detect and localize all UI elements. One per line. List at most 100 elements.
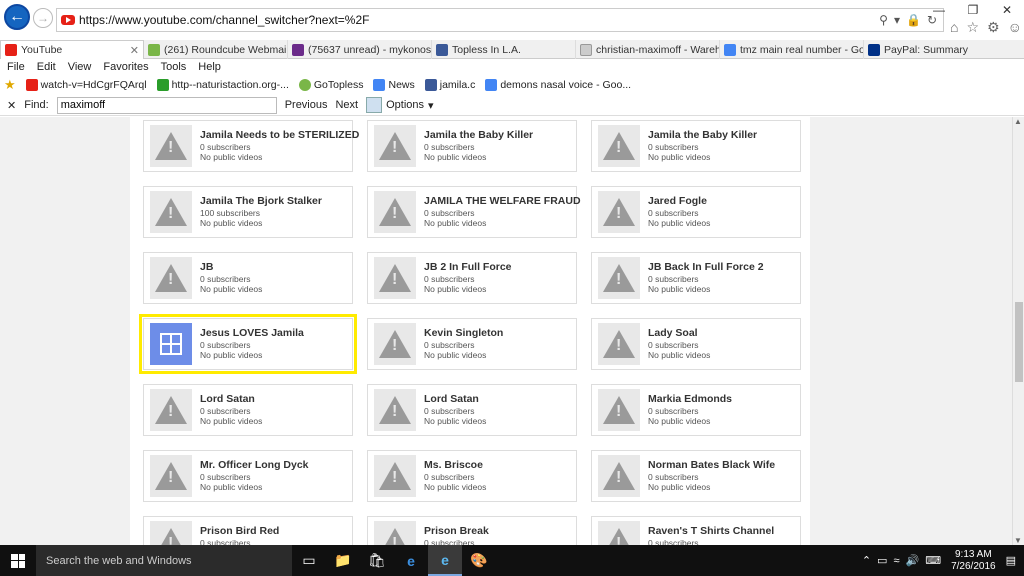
channel-card[interactable]: Raven's T Shirts Channel0 subscribersNo … — [591, 516, 801, 545]
video-count: No public videos — [424, 482, 487, 492]
fav-jamila[interactable]: jamila.c — [424, 79, 475, 91]
page-icon — [580, 43, 592, 56]
mail-icon — [292, 43, 304, 56]
menu-file[interactable]: File — [7, 61, 25, 73]
channel-card[interactable]: JB0 subscribersNo public videos — [143, 252, 353, 304]
back-button[interactable]: ← — [4, 4, 30, 30]
search-icon[interactable]: ⚲ — [879, 13, 888, 27]
tab-youtube[interactable]: YouTube ✕ — [0, 40, 144, 59]
lock-icon[interactable]: 🔒 — [906, 13, 921, 27]
fav-naturist[interactable]: http--naturistaction.org-... — [156, 79, 289, 91]
tab-google[interactable]: tmz main real number - Goo... — [720, 40, 864, 59]
subscriber-count: 100 subscribers — [200, 208, 261, 218]
channel-card[interactable]: Prison Break0 subscribersNo public video… — [367, 516, 577, 545]
tab-mail[interactable]: (75637 unread) - mykonos67... — [288, 40, 432, 59]
star-icon[interactable]: ☆ — [966, 19, 979, 36]
file-explorer-icon[interactable]: 📁 — [326, 545, 360, 576]
restore-icon[interactable]: ❐ — [956, 3, 990, 17]
channel-card[interactable]: Markia Edmonds0 subscribersNo public vid… — [591, 384, 801, 436]
channel-card[interactable]: JB 2 In Full Force0 subscribersNo public… — [367, 252, 577, 304]
channel-card[interactable]: Jamila The Bjork Stalker100 subscribersN… — [143, 186, 353, 238]
fav-demons[interactable]: demons nasal voice - Goo... — [485, 79, 631, 91]
roundcube-icon — [148, 43, 160, 56]
battery-icon[interactable]: ▭ — [877, 554, 887, 567]
video-count: No public videos — [424, 284, 487, 294]
gear-icon[interactable]: ⚙ — [987, 19, 1000, 36]
warning-icon — [150, 521, 192, 545]
chevron-up-icon[interactable]: ⌃ — [862, 554, 871, 567]
notifications-icon[interactable]: ▤ — [1006, 554, 1016, 567]
channel-card[interactable]: Norman Bates Black Wife0 subscribersNo p… — [591, 450, 801, 502]
minimize-icon[interactable]: — — [922, 3, 956, 17]
channel-card[interactable]: Lady Soal0 subscribersNo public videos — [591, 318, 801, 370]
channel-card[interactable]: Prison Bird Red0 subscribersNo public vi… — [143, 516, 353, 545]
paint-icon[interactable]: 🎨 — [462, 545, 496, 576]
menu-edit[interactable]: Edit — [37, 61, 56, 73]
channel-card[interactable]: Jared Fogle0 subscribersNo public videos — [591, 186, 801, 238]
channel-card[interactable]: Lord Satan0 subscribersNo public videos — [143, 384, 353, 436]
tab-warehouse[interactable]: christian-maximoff - Wareho... — [576, 40, 720, 59]
channel-card[interactable]: Jamila the Baby Killer0 subscribersNo pu… — [591, 120, 801, 172]
menu-help[interactable]: Help — [198, 61, 221, 73]
channel-card[interactable]: Jamila Needs to be STERILIZED0 subscribe… — [143, 120, 359, 172]
menu-view[interactable]: View — [68, 61, 92, 73]
tab-paypal[interactable]: PayPal: Summary — [864, 40, 1024, 59]
channel-info: JB 0 subscribers No public videos — [200, 262, 262, 294]
vertical-scrollbar[interactable]: ▲ ▼ — [1012, 117, 1024, 545]
forward-button[interactable]: → — [33, 8, 53, 28]
find-next-button[interactable]: Next — [335, 99, 358, 111]
edge-icon[interactable]: e — [394, 545, 428, 576]
channel-card[interactable]: Jesus LOVES Jamila 0 subscribers No public… — [139, 314, 357, 374]
find-input[interactable] — [56, 96, 277, 114]
fav-news[interactable]: News — [373, 79, 415, 91]
tab-roundcube[interactable]: (261) Roundcube Webmail :: ... — [144, 40, 288, 59]
tab-topless[interactable]: Topless In L.A. — [432, 40, 576, 59]
subscriber-count: 0 subscribers — [424, 274, 475, 284]
close-window-icon[interactable]: ✕ — [990, 3, 1024, 17]
video-count: No public videos — [200, 416, 263, 426]
google-icon — [373, 79, 386, 91]
close-tab-icon[interactable]: ✕ — [122, 44, 139, 57]
subscriber-count: 0 subscribers — [200, 340, 251, 350]
channel-card[interactable]: JAMILA THE WELFARE FRAUD0 subscribersNo … — [367, 186, 581, 238]
menu-favorites[interactable]: Favorites — [103, 61, 148, 73]
volume-icon[interactable]: 🔊 — [906, 554, 920, 567]
dropdown-icon[interactable]: ▾ — [894, 13, 900, 27]
scroll-down-icon[interactable]: ▼ — [1014, 536, 1022, 545]
taskbar-search[interactable]: Search the web and Windows — [36, 545, 292, 576]
store-icon[interactable]: 🛍 — [360, 545, 394, 576]
scroll-up-icon[interactable]: ▲ — [1014, 117, 1022, 126]
start-button[interactable] — [0, 545, 36, 576]
task-view-icon[interactable]: ▭ — [292, 545, 326, 576]
clock[interactable]: 9:13 AM 7/26/2016 — [947, 549, 1000, 573]
fav-gotopless[interactable]: GoTopless — [298, 79, 363, 91]
channel-name: Lord Satan — [424, 393, 479, 405]
channel-info: Ms. Briscoe 0 subscribers No public videos — [424, 460, 486, 492]
find-previous-button[interactable]: Previous — [285, 99, 328, 111]
internet-explorer-icon[interactable]: e — [428, 545, 462, 576]
address-bar[interactable]: https://www.youtube.com/channel_switcher… — [56, 8, 944, 32]
smiley-icon[interactable]: ☺ — [1008, 19, 1022, 36]
channel-card[interactable]: Kevin Singleton0 subscribersNo public vi… — [367, 318, 577, 370]
close-find-icon[interactable]: ✕ — [7, 99, 16, 112]
wifi-icon[interactable]: ≈ — [893, 555, 899, 567]
naturist-icon — [156, 79, 169, 91]
channel-card[interactable]: Ms. Briscoe0 subscribersNo public videos — [367, 450, 577, 502]
menu-tools[interactable]: Tools — [161, 61, 187, 73]
channel-card[interactable]: Mr. Officer Long Dyck0 subscribersNo pub… — [143, 450, 353, 502]
home-icon[interactable]: ⌂ — [950, 19, 958, 36]
channel-info: Jamila Needs to be STERILIZED 0 subscribe… — [200, 130, 359, 162]
channel-name: Jamila the Baby Killer — [424, 129, 534, 141]
channel-info: Jared Fogle 0 subscribers No public videos — [648, 196, 710, 228]
fav-watch[interactable]: watch-v=HdCgrFQArql — [25, 79, 147, 91]
channel-card[interactable]: Jamila the Baby Killer0 subscribersNo pu… — [367, 120, 577, 172]
channel-info: Markia Edmonds 0 subscribers No public vid… — [648, 394, 732, 426]
channel-grid: Jamila Needs to be STERILIZED0 subscribe… — [139, 120, 801, 545]
channel-card[interactable]: JB Back In Full Force 20 subscribersNo p… — [591, 252, 801, 304]
channel-card[interactable]: Lord Satan0 subscribersNo public videos — [367, 384, 577, 436]
find-options-button[interactable]: Options ▾ — [366, 97, 434, 113]
keyboard-icon[interactable]: ⌨ — [925, 554, 941, 567]
scroll-thumb[interactable] — [1015, 302, 1023, 382]
url-text[interactable]: https://www.youtube.com/channel_switcher… — [79, 13, 369, 27]
favorites-star-icon[interactable]: ★ — [4, 77, 16, 93]
